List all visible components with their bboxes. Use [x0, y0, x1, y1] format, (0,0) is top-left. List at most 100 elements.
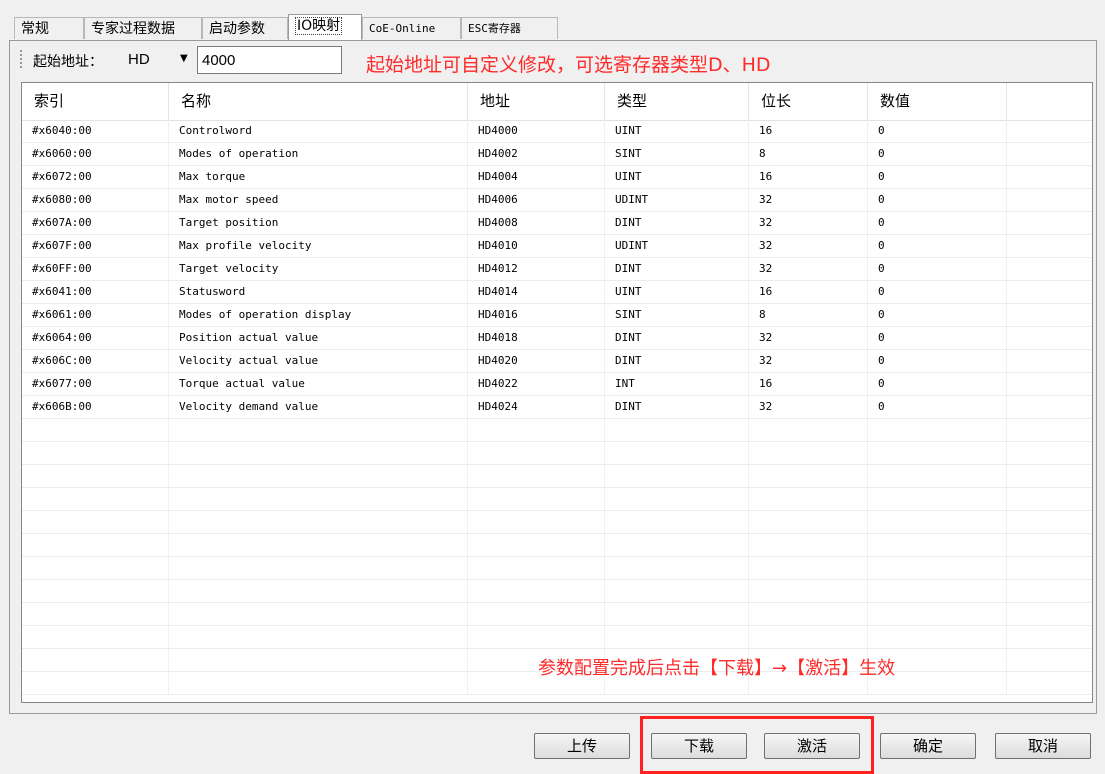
table-row[interactable]: #x6041:00 Statusword HD4014 UINT 16 0 — [22, 281, 1092, 304]
tab-general[interactable]: 常规 — [14, 17, 84, 39]
table-row[interactable]: #x6060:00 Modes of operation HD4002 SINT 8 0 — [22, 143, 1092, 166]
cell-type: SINT — [605, 143, 749, 165]
cell-name: Target velocity — [169, 258, 468, 280]
tab-esc-registers[interactable]: ESC寄存器 — [461, 17, 558, 39]
empty-cell — [468, 580, 605, 602]
upload-button[interactable]: 上传 — [534, 733, 630, 759]
cell-type: UINT — [605, 281, 749, 303]
toolbar-grip[interactable] — [20, 50, 22, 70]
ok-button[interactable]: 确定 — [880, 733, 976, 759]
empty-cell — [169, 557, 468, 579]
table-row[interactable]: #x6040:00 Controlword HD4000 UINT 16 0 — [22, 120, 1092, 143]
column-header-index[interactable]: 索引 — [22, 83, 169, 120]
cell-name: Modes of operation display — [169, 304, 468, 326]
column-header-address[interactable]: 地址 — [468, 83, 605, 120]
cell-index: #x6077:00 — [22, 373, 169, 395]
empty-cell — [868, 534, 1007, 556]
empty-cell — [169, 419, 468, 441]
tab-label: IO映射 — [295, 17, 343, 35]
cell-value: 0 — [868, 304, 1007, 326]
empty-cell — [868, 419, 1007, 441]
cell-address: HD4004 — [468, 166, 605, 188]
cell-filler — [1007, 396, 1092, 418]
cell-address: HD4006 — [468, 189, 605, 211]
table-row[interactable]: #x607F:00 Max profile velocity HD4010 UDINT… — [22, 235, 1092, 258]
cell-filler — [1007, 166, 1092, 188]
empty-cell — [868, 580, 1007, 602]
table-row[interactable]: #x6080:00 Max motor speed HD4006 UDINT 32 0 — [22, 189, 1092, 212]
cell-name: Velocity demand value — [169, 396, 468, 418]
column-header-type[interactable]: 类型 — [605, 83, 749, 120]
empty-cell — [169, 442, 468, 464]
cell-value: 0 — [868, 120, 1007, 142]
table-row[interactable]: #x607A:00 Target position HD4008 DINT 32 0 — [22, 212, 1092, 235]
dropdown-arrow-icon[interactable]: ▼ — [180, 53, 188, 64]
activate-button[interactable]: 激活 — [764, 733, 860, 759]
cancel-button[interactable]: 取消 — [995, 733, 1091, 759]
empty-cell — [605, 534, 749, 556]
table-row[interactable]: #x6061:00 Modes of operation display HD401… — [22, 304, 1092, 327]
column-header-bit-length[interactable]: 位长 — [749, 83, 868, 120]
cell-bit-length: 32 — [749, 327, 868, 349]
empty-cell — [605, 580, 749, 602]
empty-cell — [749, 580, 868, 602]
cell-index: #x6060:00 — [22, 143, 169, 165]
cell-filler — [1007, 327, 1092, 349]
cell-name: Max profile velocity — [169, 235, 468, 257]
empty-cell — [468, 557, 605, 579]
empty-cell — [868, 488, 1007, 510]
cell-value: 0 — [868, 327, 1007, 349]
tab-label: ESC寄存器 — [468, 22, 521, 35]
empty-cell — [749, 419, 868, 441]
register-type-select[interactable]: HD — [128, 51, 150, 68]
empty-cell — [22, 557, 169, 579]
tab-expert-process-data[interactable]: 专家过程数据 — [84, 17, 202, 39]
tab-coe-online[interactable]: CoE-Online — [362, 17, 461, 39]
column-header-name[interactable]: 名称 — [169, 83, 468, 120]
empty-cell — [22, 465, 169, 487]
start-address-label: 起始地址： — [33, 54, 103, 70]
cell-index: #x6064:00 — [22, 327, 169, 349]
empty-cell — [1007, 511, 1092, 533]
tab-io-mapping[interactable]: IO映射 — [288, 14, 362, 40]
empty-cell — [468, 534, 605, 556]
empty-cell — [169, 511, 468, 533]
empty-table-row — [22, 465, 1092, 488]
empty-cell — [169, 534, 468, 556]
cell-value: 0 — [868, 396, 1007, 418]
empty-cell — [1007, 557, 1092, 579]
io-mapping-table[interactable]: 索引 名称 地址 类型 位长 数值 #x6040:00 Controlword HD… — [21, 82, 1093, 703]
empty-cell — [605, 603, 749, 625]
empty-cell — [468, 442, 605, 464]
table-row[interactable]: #x6064:00 Position actual value HD4018 DINT… — [22, 327, 1092, 350]
empty-cell — [605, 465, 749, 487]
cell-type: SINT — [605, 304, 749, 326]
table-row[interactable]: #x6077:00 Torque actual value HD4022 INT 16 0 — [22, 373, 1092, 396]
empty-cell — [1007, 419, 1092, 441]
table-row[interactable]: #x606B:00 Velocity demand value HD4024 DINT… — [22, 396, 1092, 419]
empty-cell — [22, 442, 169, 464]
cell-type: INT — [605, 373, 749, 395]
table-row[interactable]: #x60FF:00 Target velocity HD4012 DINT 32 0 — [22, 258, 1092, 281]
empty-cell — [22, 580, 169, 602]
column-header-filler — [1007, 83, 1092, 120]
empty-cell — [169, 672, 468, 694]
table-row[interactable]: #x6072:00 Max torque HD4004 UINT 16 0 — [22, 166, 1092, 189]
tab-startup-parameters[interactable]: 启动参数 — [202, 17, 288, 39]
empty-cell — [605, 442, 749, 464]
cell-type: DINT — [605, 350, 749, 372]
table-body: #x6040:00 Controlword HD4000 UINT 16 0 #x6060:… — [22, 120, 1092, 695]
empty-cell — [1007, 649, 1092, 671]
cell-filler — [1007, 304, 1092, 326]
empty-cell — [169, 626, 468, 648]
cell-filler — [1007, 350, 1092, 372]
tab-label: 专家过程数据 — [91, 21, 175, 37]
cell-name: Modes of operation — [169, 143, 468, 165]
tab-label: 启动参数 — [209, 21, 265, 37]
download-button[interactable]: 下载 — [651, 733, 747, 759]
column-header-value[interactable]: 数值 — [868, 83, 1007, 120]
empty-table-row — [22, 442, 1092, 465]
empty-cell — [1007, 488, 1092, 510]
table-row[interactable]: #x606C:00 Velocity actual value HD4020 DINT… — [22, 350, 1092, 373]
start-address-input[interactable] — [197, 46, 342, 74]
